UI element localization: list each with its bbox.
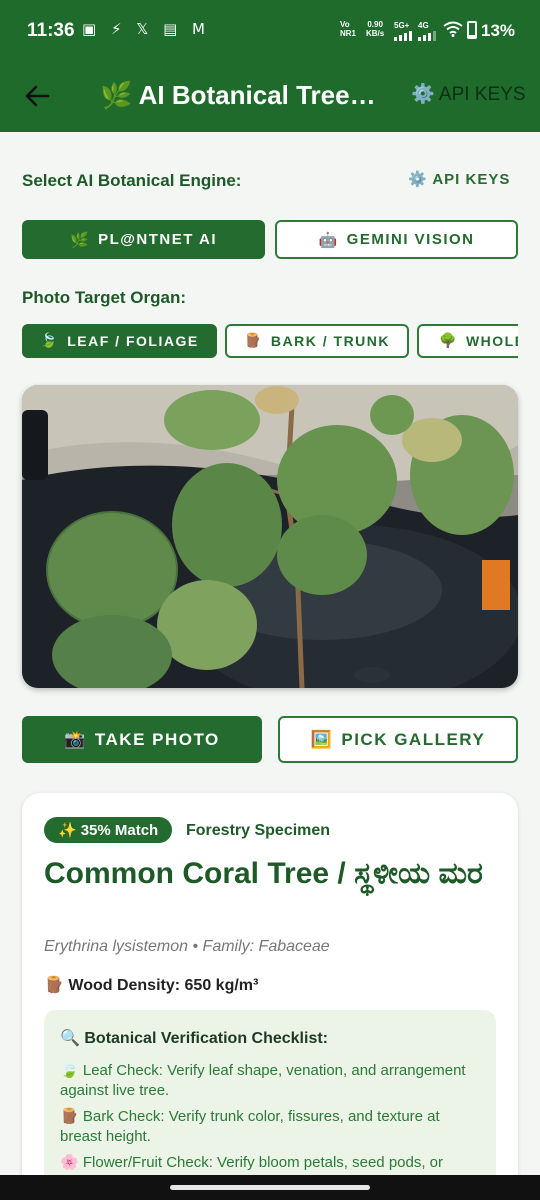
signal-4g-icon: 4G xyxy=(418,21,436,41)
status-time: 11:36 xyxy=(27,20,75,41)
flower-icon: 🌸 xyxy=(60,1153,79,1171)
specimen-photo xyxy=(22,385,518,688)
gear-icon: ⚙️ xyxy=(411,83,435,105)
log-icon: 🪵 xyxy=(44,975,64,994)
engine-gemini-button[interactable]: 🤖 GEMINI VISION xyxy=(275,220,518,259)
api-keys-link[interactable]: ⚙️ API KEYS xyxy=(408,170,510,188)
organ-whole-chip[interactable]: 🌳 WHOLE xyxy=(417,324,518,358)
pick-gallery-button[interactable]: 🖼️ PICK GALLERY xyxy=(278,716,518,763)
robot-icon: 🤖 xyxy=(318,230,339,249)
app-bar: 🌿 AI Botanical Tree… ⚙️ API KEYS xyxy=(0,62,540,132)
system-nav-bar xyxy=(0,1175,540,1200)
engine-plantnet-button[interactable]: 🌿 PL@NTNET AI xyxy=(22,220,265,259)
log-icon: 🪵 xyxy=(60,1107,79,1125)
engine-label: Select AI Botanical Engine: xyxy=(22,171,242,190)
result-card: ✨ 35% Match Forestry Specimen Common Cor… xyxy=(22,793,518,1200)
leaf-icon: 🍃 xyxy=(60,1061,79,1079)
leaf-icon: 🌿 xyxy=(100,81,133,111)
battery-icon xyxy=(467,21,477,39)
scientific-name: Erythrina lysistemon • Family: Fabaceae xyxy=(44,938,330,955)
home-gesture-handle[interactable] xyxy=(170,1185,370,1190)
magnifier-icon: 🔍 xyxy=(60,1028,80,1047)
checklist-title: 🔍 Botanical Verification Checklist: xyxy=(60,1028,328,1047)
status-bar: 11:36 ▣ ⚡ 𝕏 ▤ M Vo NR1 0.90 KB/s 5G+ 4G … xyxy=(0,0,540,62)
checklist-item-bark: 🪵 Bark Check: Verify trunk color, fissur… xyxy=(60,1107,440,1145)
organ-label: Photo Target Organ: xyxy=(22,288,187,307)
match-badge: ✨ 35% Match xyxy=(44,817,173,843)
specimen-tag: Forestry Specimen xyxy=(186,822,331,839)
page-title: 🌿 AI Botanical Tree… xyxy=(100,80,376,111)
leaf-icon: 🍃 xyxy=(40,333,60,349)
organ-leaf-chip[interactable]: 🍃 LEAF / FOLIAGE xyxy=(22,324,217,358)
signal-5g-icon: 5G+ xyxy=(394,21,412,41)
checklist-item-leaf: 🍃 Leaf Check: Verify leaf shape, venatio… xyxy=(60,1061,466,1099)
organ-chip-row: 🍃 LEAF / FOLIAGE 🪵 BARK / TRUNK 🌳 WHOLE xyxy=(0,322,518,362)
checklist-item-flower: 🌸 Flower/Fruit Check: Verify bloom petal… xyxy=(60,1153,444,1171)
network-indicator: Vo NR1 xyxy=(340,20,357,38)
verification-checklist: 🔍 Botanical Verification Checklist: 🍃 Le… xyxy=(44,1010,496,1200)
notification-icons: ▣ ⚡ 𝕏 ▤ M xyxy=(82,20,210,38)
tree-icon: 🌳 xyxy=(439,333,458,349)
battery-percent: 13% xyxy=(481,21,516,40)
gallery-icon: 🖼️ xyxy=(310,729,334,750)
arrow-left-icon xyxy=(25,85,50,107)
log-icon: 🪵 xyxy=(243,333,263,349)
take-photo-button[interactable]: 📸 TAKE PHOTO xyxy=(22,716,262,763)
network-speed: 0.90 KB/s xyxy=(366,20,385,38)
leaf-icon: 🌿 xyxy=(69,230,91,249)
gear-icon: ⚙️ xyxy=(408,170,428,188)
sparkles-icon: ✨ xyxy=(58,821,77,839)
wifi-icon xyxy=(443,21,463,37)
organ-bark-chip[interactable]: 🪵 BARK / TRUNK xyxy=(225,324,409,358)
wood-density: 🪵 Wood Density: 650 kg/m³ xyxy=(44,975,259,994)
api-keys-button[interactable]: ⚙️ API KEYS xyxy=(411,82,526,106)
back-button[interactable] xyxy=(18,78,58,114)
camera-icon: 📸 xyxy=(64,729,87,750)
leaf-specimen-image xyxy=(22,385,518,688)
plant-name: Common Coral Tree / ಸ್ಥಳೀಯ ಮರ xyxy=(44,857,483,890)
